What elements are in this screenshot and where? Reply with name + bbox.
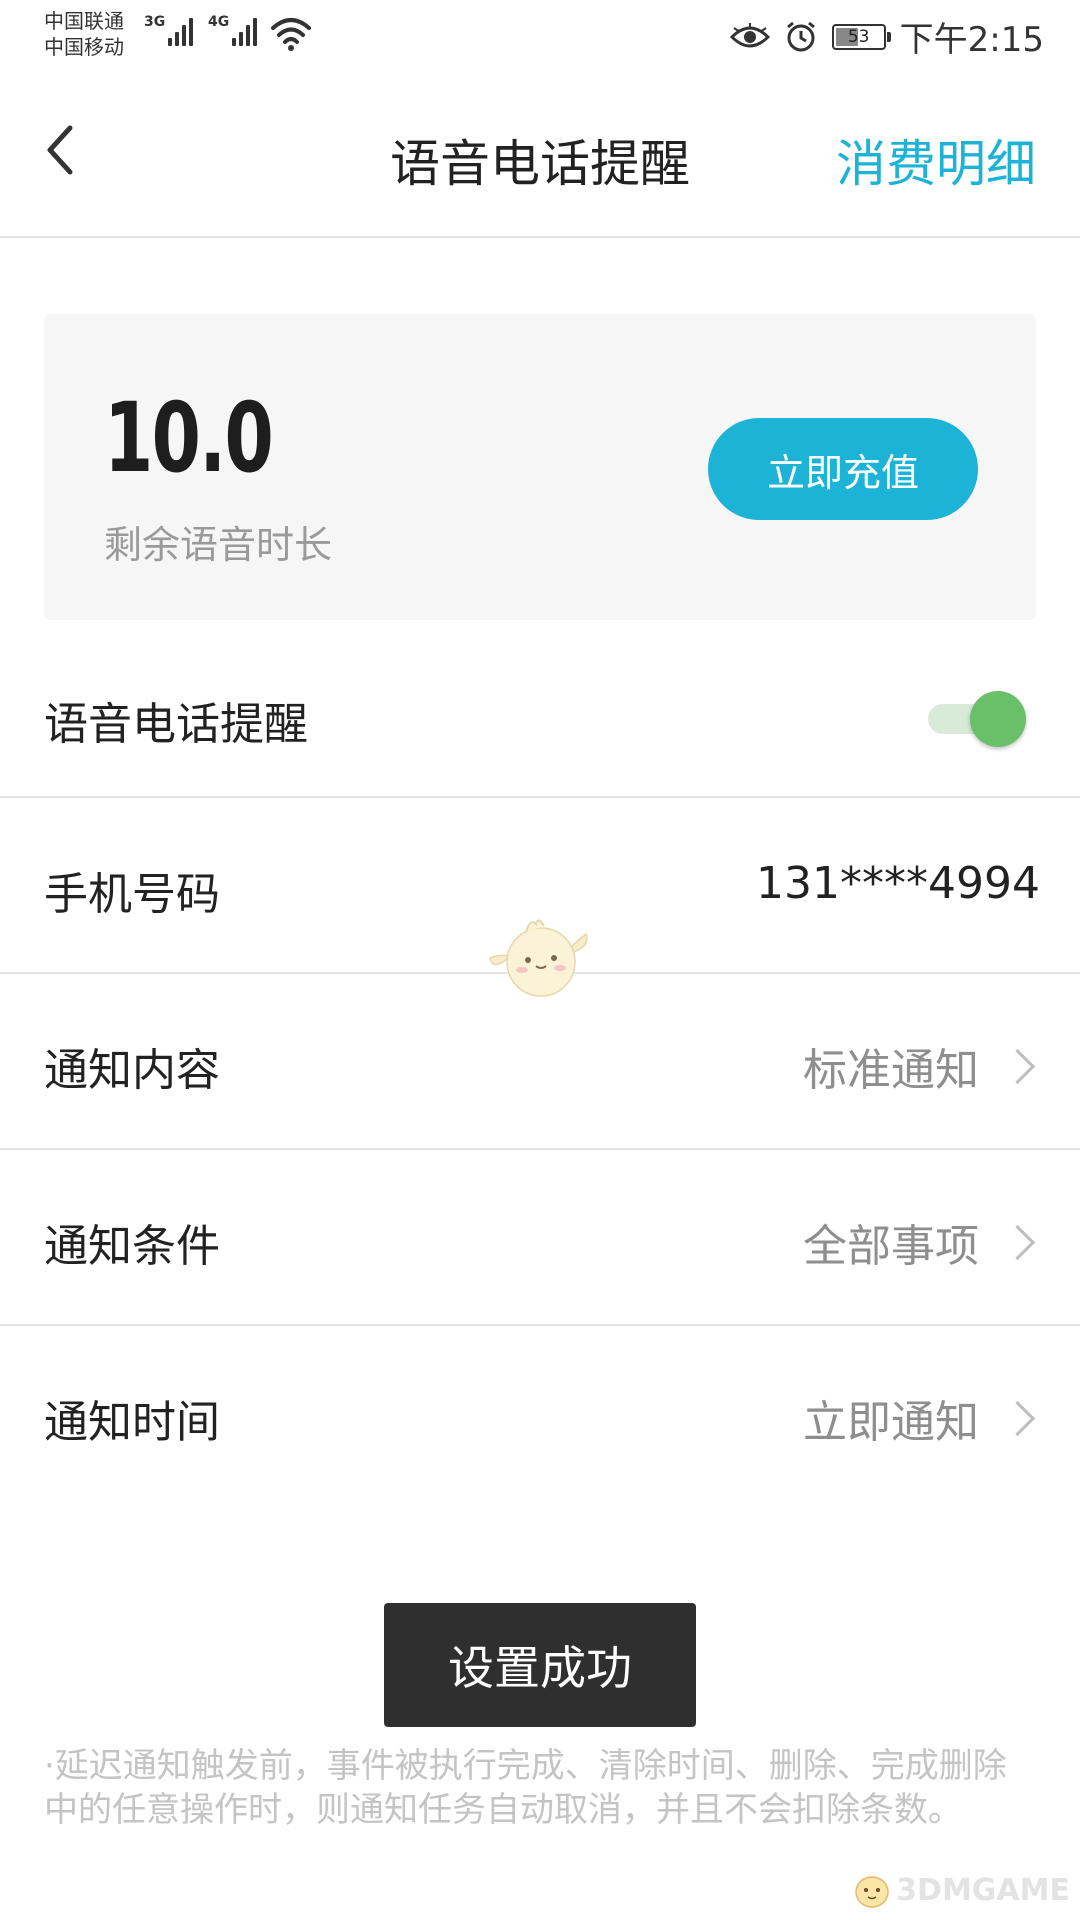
notification-time-row[interactable]: 通知时间 立即通知 [0,1326,1080,1502]
signal-4g: 4G [208,14,258,46]
chevron-right-icon [999,1400,1036,1436]
chevron-right-icon [999,1224,1036,1260]
status-bar: 中国联通 中国移动 3G 4G 53 下午2:15 [0,0,1080,80]
toggle-knob [970,691,1026,747]
notification-content-row[interactable]: 通知内容 标准通知 [0,974,1080,1150]
chevron-right-icon [999,1048,1036,1084]
status-right: 53 下午2:15 [729,12,1044,61]
notification-content-value: 标准通知 [803,1045,979,1096]
voice-reminder-row: 语音电话提醒 [0,640,1080,798]
voice-reminder-toggle[interactable] [924,688,1026,748]
net-type-1: 3G [144,14,166,30]
remaining-duration-label: 剩余语音时长 [104,523,333,567]
battery-icon: 53 [831,23,891,50]
success-toast: 设置成功 [384,1603,696,1727]
consumption-detail-link[interactable]: 消费明细 [836,124,1036,196]
status-time: 下午2:15 [899,20,1044,60]
mascot-watermark-icon [489,919,588,997]
signal-bars-icon [168,14,194,46]
carrier-names: 中国联通 中国移动 [44,8,124,60]
phone-number-value: 131****4994 [756,858,1040,909]
phone-number-label: 手机号码 [44,869,220,920]
notification-condition-value: 全部事项 [803,1221,979,1272]
watermark-text: 3DMGAME [896,1872,1070,1908]
wifi-icon [271,18,311,51]
mascot-logo-icon [855,1876,889,1908]
site-watermark-logo: 3DMGAME [850,1870,1070,1910]
page-header: 语音电话提醒 消费明细 [0,80,1080,238]
notification-time-value-wrap: 立即通知 [803,1386,1040,1450]
carrier-1: 中国联通 [44,9,124,33]
notification-content-label: 通知内容 [44,1045,220,1096]
notification-condition-value-wrap: 全部事项 [803,1210,1040,1274]
voice-reminder-label: 语音电话提醒 [44,699,308,750]
recharge-button[interactable]: 立即充值 [708,418,978,520]
notification-condition-label: 通知条件 [44,1221,220,1272]
signal-bars-icon [232,14,258,46]
notification-condition-row[interactable]: 通知条件 全部事项 [0,1150,1080,1326]
eye-icon [729,22,770,47]
notification-time-value: 立即通知 [803,1397,979,1448]
notification-time-label: 通知时间 [44,1397,220,1448]
battery-percent: 53 [847,26,870,47]
net-type-2: 4G [208,14,230,30]
notification-content-value-wrap: 标准通知 [803,1034,1040,1098]
remaining-duration-value: 10.0 [104,382,274,494]
balance-card: 10.0 剩余语音时长 立即充值 [44,314,1036,620]
alarm-icon [786,21,815,51]
signal-3g: 3G [144,14,194,46]
carrier-2: 中国移动 [44,35,124,59]
footer-note: ·延迟通知触发前，事件被执行完成、清除时间、删除、完成删除中的任意操作时，则通知… [44,1746,1007,1830]
